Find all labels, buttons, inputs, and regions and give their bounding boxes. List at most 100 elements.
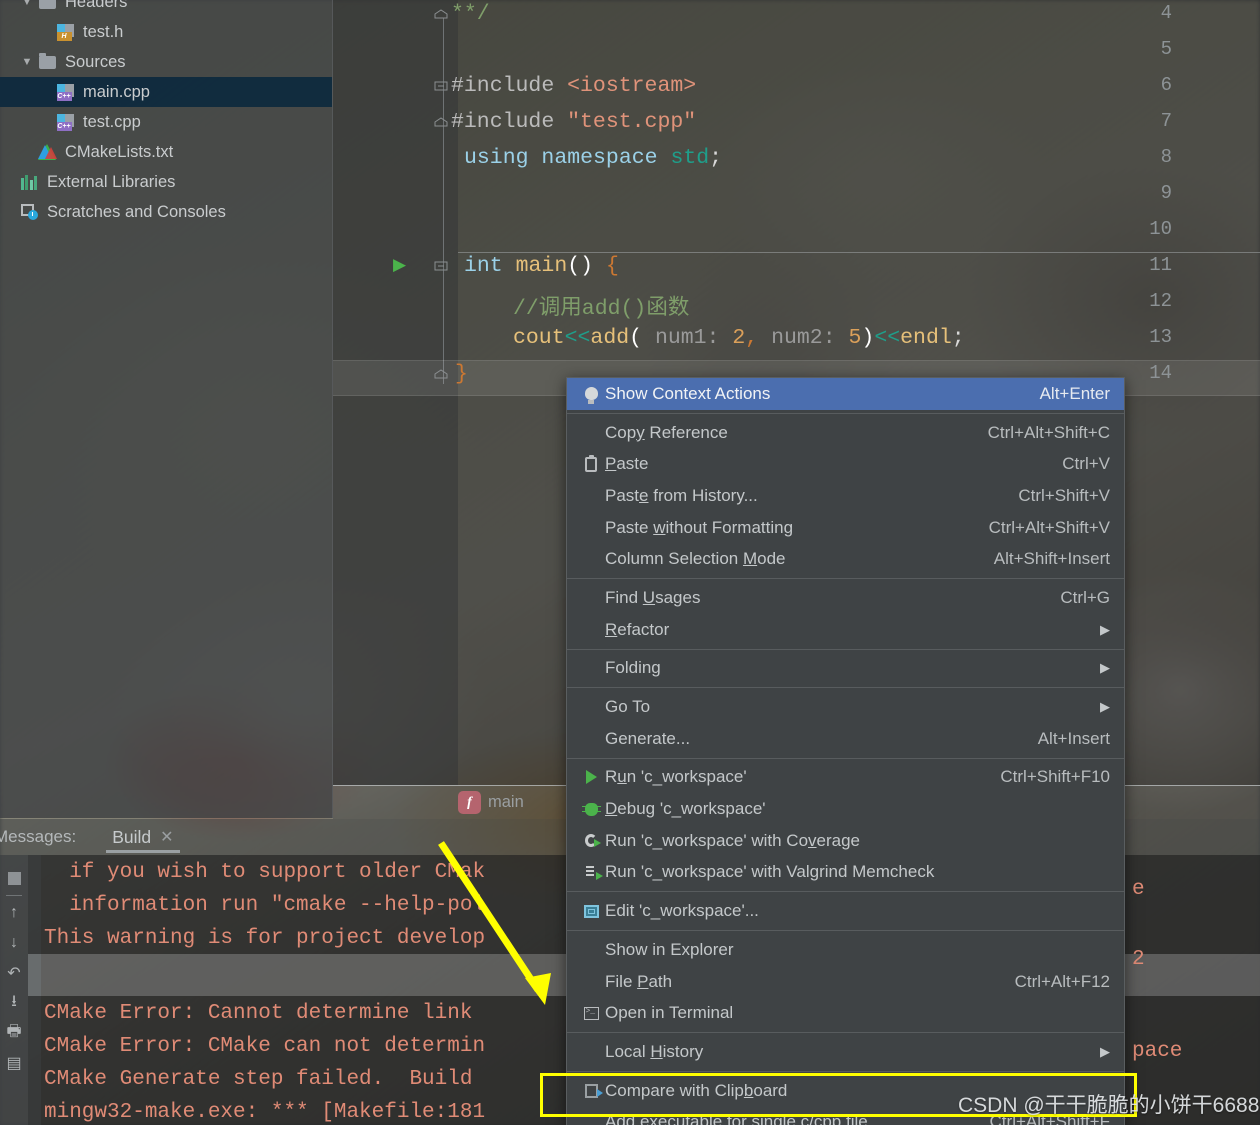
console-line: CMake Error: CMake can not determin bbox=[44, 1035, 486, 1058]
tree-item-external-libraries[interactable]: External Libraries bbox=[0, 167, 332, 197]
edit-config-icon bbox=[577, 904, 605, 918]
menu-item-label: Run 'c_workspace' bbox=[605, 767, 747, 787]
library-icon bbox=[18, 174, 40, 190]
tree-item-sources[interactable]: ▼ Sources bbox=[0, 47, 332, 77]
line-number-14: 14 bbox=[1149, 362, 1172, 384]
scroll-to-end-icon[interactable]: ⭳ bbox=[0, 988, 28, 1018]
menu-item-label: Go To bbox=[605, 697, 651, 717]
build-toolbar[interactable]: ↑ ↓ ↶ ⭳ 🖶 ▤ bbox=[0, 855, 28, 1125]
menu-item-copy-reference[interactable]: Copy Reference Ctrl+Alt+Shift+C bbox=[567, 417, 1124, 449]
console-line: CMake Generate step failed. Build bbox=[44, 1068, 473, 1091]
menu-item-label: Debug 'c_workspace' bbox=[605, 799, 766, 819]
debug-icon bbox=[577, 802, 605, 816]
menu-item-shortcut: Alt+Shift+Insert bbox=[993, 549, 1110, 569]
tree-item-test-cpp[interactable]: C++ test.cpp bbox=[0, 107, 332, 137]
clipboard-icon bbox=[577, 454, 605, 472]
chevron-down-icon[interactable]: ▼ bbox=[18, 0, 36, 8]
chevron-down-icon[interactable]: ▼ bbox=[18, 56, 36, 68]
menu-item-paste-from-history[interactable]: Paste from History... Ctrl+Shift+V bbox=[567, 480, 1124, 512]
soft-wrap-icon[interactable]: ↶ bbox=[0, 958, 28, 988]
menu-item-run-c-workspace-with-valgrind-memcheck[interactable]: Run 'c_workspace' with Valgrind Memcheck bbox=[567, 857, 1124, 889]
next-occurrence-icon[interactable]: ↓ bbox=[0, 928, 28, 958]
menu-item-generate[interactable]: Generate... Alt+Insert bbox=[567, 723, 1124, 755]
tab-active-underline bbox=[106, 850, 180, 853]
menu-item-label: Show in Explorer bbox=[605, 939, 734, 959]
console-line-fragment: pace bbox=[1132, 1040, 1183, 1063]
menu-item-local-history[interactable]: Local History ▶ bbox=[567, 1036, 1124, 1068]
context-menu-items[interactable]: Show Context Actions Alt+Enter Copy Refere… bbox=[567, 378, 1124, 1125]
menu-item-column-selection-mode[interactable]: Column Selection Mode Alt+Shift+Insert bbox=[567, 543, 1124, 575]
menu-item-label: Generate... bbox=[605, 728, 691, 748]
tree-item-headers[interactable]: ▼ Headers bbox=[0, 0, 332, 17]
fold-end-icon[interactable] bbox=[433, 115, 449, 131]
menu-item-run-c-workspace-with-coverage[interactable]: Run 'c_workspace' with Coverage bbox=[567, 825, 1124, 857]
code-line-14: } bbox=[455, 362, 468, 386]
line-number-11: 11 bbox=[1149, 254, 1172, 276]
menu-item-shortcut: Ctrl+Alt+Shift+C bbox=[987, 422, 1110, 442]
run-gutter-icon[interactable]: ▶ bbox=[393, 255, 406, 275]
menu-separator bbox=[567, 578, 1124, 580]
menu-item-refactor[interactable]: Refactor ▶ bbox=[567, 614, 1124, 646]
tree-item-test-h[interactable]: Htest.h bbox=[0, 17, 332, 47]
coverage-icon bbox=[577, 834, 605, 848]
tab-build-label: Build bbox=[112, 826, 152, 847]
code-line-4: **/ bbox=[451, 2, 490, 26]
menu-item-find-usages[interactable]: Find Usages Ctrl+G bbox=[567, 582, 1124, 614]
menu-separator bbox=[567, 1032, 1124, 1034]
console-line: information run "cmake --help-pol bbox=[44, 894, 486, 917]
close-icon[interactable]: ✕ bbox=[160, 827, 173, 847]
code-line-8: using namespace std; bbox=[464, 146, 723, 170]
tree-item-label: main.cpp bbox=[83, 82, 150, 101]
menu-item-show-in-explorer[interactable]: Show in Explorer bbox=[567, 934, 1124, 966]
ide-window: ▼ Headers Htest.h ▼ Sources C++ main.cpp C++ tes… bbox=[0, 0, 1260, 1125]
print-icon[interactable]: 🖶 bbox=[0, 1018, 28, 1048]
h-file-icon: H bbox=[54, 23, 76, 41]
menu-separator bbox=[567, 757, 1124, 759]
cpp-file-icon: C++ bbox=[54, 113, 76, 131]
tree-item-label: Headers bbox=[65, 0, 128, 11]
console-line: This warning is for project develop bbox=[44, 927, 486, 950]
tree-item-scratches-and-consoles[interactable]: Scratches and Consoles bbox=[0, 197, 332, 227]
tree-item-cmakelists-txt[interactable]: CMakeLists.txt bbox=[0, 137, 332, 167]
menu-separator bbox=[567, 412, 1124, 414]
tree-item-main-cpp[interactable]: C++ main.cpp bbox=[0, 77, 332, 107]
tab-build[interactable]: Build ✕ bbox=[106, 819, 180, 855]
compare-icon bbox=[577, 1083, 605, 1098]
run-icon bbox=[577, 770, 605, 785]
code-line-7: #include "test.cpp" bbox=[451, 110, 697, 134]
menu-item-shortcut: Ctrl+Alt+Shift+V bbox=[988, 517, 1110, 537]
menu-item-edit-c-workspace[interactable]: Edit 'c_workspace'... bbox=[567, 895, 1124, 927]
console-line-fragment: e bbox=[1132, 878, 1145, 901]
line-number-13: 13 bbox=[1149, 326, 1172, 348]
menu-item-shortcut: Ctrl+V bbox=[1062, 454, 1110, 474]
menu-item-paste-without-formatting[interactable]: Paste without Formatting Ctrl+Alt+Shift+V bbox=[567, 512, 1124, 544]
tree-item-label: test.h bbox=[83, 22, 124, 41]
fold-start-icon[interactable] bbox=[433, 79, 449, 95]
menu-item-folding[interactable]: Folding ▶ bbox=[567, 653, 1124, 685]
console-line: mingw32-make.exe: *** [Makefile:181 bbox=[44, 1101, 486, 1124]
menu-item-label: Paste without Formatting bbox=[605, 517, 794, 537]
menu-item-paste[interactable]: Paste Ctrl+V bbox=[567, 448, 1124, 480]
menu-separator bbox=[567, 1070, 1124, 1072]
menu-item-debug-c-workspace[interactable]: Debug 'c_workspace' bbox=[567, 793, 1124, 825]
menu-item-show-context-actions[interactable]: Show Context Actions Alt+Enter bbox=[567, 378, 1124, 410]
breadcrumb-label[interactable]: main bbox=[488, 793, 524, 812]
editor-context-menu[interactable]: Show Context Actions Alt+Enter Copy Refere… bbox=[566, 377, 1125, 1125]
project-tool-window[interactable]: ▼ Headers Htest.h ▼ Sources C++ main.cpp C++ tes… bbox=[0, 0, 333, 818]
menu-separator bbox=[567, 648, 1124, 650]
tree-item-label: test.cpp bbox=[83, 112, 141, 131]
fold-end-icon[interactable] bbox=[433, 7, 449, 23]
menu-item-go-to[interactable]: Go To ▶ bbox=[567, 691, 1124, 723]
toolbar-divider bbox=[6, 895, 22, 896]
fold-end-icon[interactable] bbox=[433, 367, 449, 383]
menu-item-label: Add executable for single c/cpp file bbox=[605, 1112, 868, 1125]
export-icon[interactable]: ▤ bbox=[0, 1048, 28, 1078]
menu-item-label: Run 'c_workspace' with Valgrind Memcheck bbox=[605, 862, 935, 882]
menu-item-open-in-terminal[interactable]: Open in Terminal bbox=[567, 997, 1124, 1029]
previous-occurrence-icon[interactable]: ↑ bbox=[0, 898, 28, 928]
menu-item-run-c-workspace[interactable]: Run 'c_workspace' Ctrl+Shift+F10 bbox=[567, 762, 1124, 794]
fold-start-icon[interactable] bbox=[433, 259, 449, 275]
menu-item-shortcut: Alt+Enter bbox=[1039, 383, 1110, 403]
stop-icon[interactable] bbox=[0, 863, 28, 893]
menu-item-file-path[interactable]: File Path Ctrl+Alt+F12 bbox=[567, 966, 1124, 998]
